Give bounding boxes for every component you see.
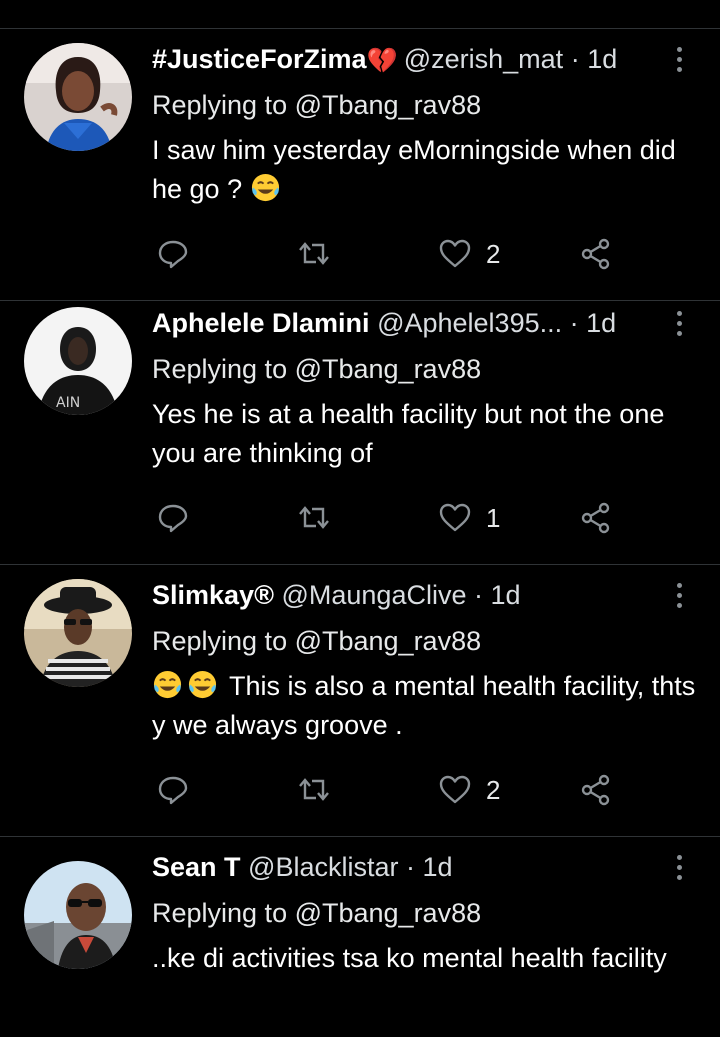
tweet-text: I saw him yesterday eMorningside when di…: [152, 131, 697, 209]
retweet-button[interactable]: [297, 768, 331, 812]
tweet-actions: 1: [0, 496, 720, 540]
tweet-text: Yes he is at a health facility but not t…: [152, 395, 697, 473]
replying-to[interactable]: Replying to @Tbang_rav88: [152, 621, 481, 661]
tweet-text-content: ..ke di activities tsa ko mental health …: [152, 943, 667, 973]
timestamp[interactable]: 1d: [491, 580, 521, 610]
replying-to[interactable]: Replying to @Tbang_rav88: [152, 893, 481, 933]
tweet-actions: 2: [0, 232, 720, 276]
display-name[interactable]: Slimkay®⁡: [152, 580, 274, 610]
avatar-photo-man-hat: [24, 579, 132, 687]
retweet-button[interactable]: [297, 496, 331, 540]
share-icon: [581, 502, 610, 534]
reply-tweet[interactable]: AIN Aphelele Dlamini @Aphelel395... · 1d…: [0, 293, 720, 565]
separator-dot: ·: [569, 308, 579, 338]
user-handle[interactable]: @Aphelel395...: [377, 308, 562, 338]
timestamp[interactable]: 1d: [586, 308, 616, 338]
timestamp[interactable]: 1d: [423, 852, 453, 882]
tweet-text: ..ke di activities tsa ko mental health …: [152, 939, 697, 978]
avatar-photo-woman: [24, 43, 132, 151]
svg-text:AIN: AIN: [56, 395, 80, 411]
tears-of-joy-emoji: [251, 173, 279, 202]
retweet-button[interactable]: [297, 232, 331, 276]
avatar[interactable]: [24, 579, 132, 687]
tweet-text: This is also a mental health facility, t…: [152, 667, 697, 745]
top-strip: [0, 0, 720, 29]
reply-tweet[interactable]: #JusticeForZima💔 @zerish_mat · 1d Replyin…: [0, 29, 720, 301]
like-icon: [439, 503, 471, 532]
tweet-text-content: This is also a mental health facility, t…: [152, 671, 696, 740]
like-button[interactable]: 2: [438, 232, 500, 276]
reply-button[interactable]: [156, 768, 190, 812]
like-icon: [439, 775, 471, 804]
user-handle[interactable]: @zerish_mat: [404, 44, 563, 74]
separator-dot: ·: [406, 852, 416, 882]
like-button[interactable]: 1: [438, 496, 500, 540]
user-handle[interactable]: @Blacklistar: [248, 852, 398, 882]
like-count: 2: [486, 238, 501, 269]
share-icon: [581, 238, 610, 270]
user-handle[interactable]: @MaungaClive: [281, 580, 466, 610]
display-name[interactable]: Sean T: [152, 852, 241, 882]
retweet-icon: [299, 242, 329, 265]
tears-of-joy-emoji: [153, 670, 182, 699]
separator-dot: ·: [474, 580, 483, 610]
share-button[interactable]: [579, 232, 613, 276]
reply-tweet[interactable]: Slimkay®⁡ @MaungaClive · 1d Replying to …: [0, 565, 720, 837]
like-count: 2: [486, 774, 501, 805]
display-name[interactable]: #JusticeForZima: [152, 44, 367, 74]
replying-to[interactable]: Replying to @Tbang_rav88: [152, 349, 481, 389]
tweet-text-content: I saw him yesterday eMorningside when di…: [152, 135, 676, 204]
timestamp[interactable]: 1d: [587, 44, 617, 74]
tweet-text-content: Yes he is at a health facility but not t…: [152, 399, 665, 468]
replying-to[interactable]: Replying to @Tbang_rav88: [152, 85, 481, 125]
share-icon: [581, 774, 610, 806]
retweet-icon: [299, 778, 329, 801]
more-options-icon[interactable]: [664, 305, 694, 341]
avatar-photo-man-sunglasses: [24, 861, 132, 969]
like-icon: [439, 239, 471, 268]
broken-heart-emoji: 💔: [366, 47, 398, 75]
like-count: 1: [486, 502, 501, 533]
reply-button[interactable]: [156, 232, 190, 276]
avatar-photo-man-hoodie: AIN: [24, 307, 132, 415]
like-button[interactable]: 2: [438, 768, 500, 812]
separator-dot: ·: [570, 44, 580, 74]
tweet-actions: 2: [0, 768, 720, 812]
share-button[interactable]: [579, 768, 613, 812]
tweet-header: Slimkay®⁡ @MaungaClive · 1d: [152, 575, 642, 615]
reply-icon: [158, 504, 188, 533]
reply-tweet[interactable]: Sean T @Blacklistar · 1d Replying to @Tb…: [0, 837, 720, 1037]
reply-button[interactable]: [156, 496, 190, 540]
tears-of-joy-emoji: [188, 670, 217, 699]
avatar[interactable]: AIN: [24, 307, 132, 415]
avatar[interactable]: [24, 43, 132, 151]
more-options-icon[interactable]: [664, 849, 694, 885]
avatar[interactable]: [24, 861, 132, 969]
more-options-icon[interactable]: [664, 577, 694, 613]
share-button[interactable]: [579, 496, 613, 540]
retweet-icon: [299, 506, 329, 529]
reply-icon: [158, 776, 188, 805]
more-options-icon[interactable]: [664, 41, 694, 77]
tweet-header: Aphelele Dlamini @Aphelel395... · 1d: [152, 303, 642, 343]
tweet-header: #JusticeForZima💔 @zerish_mat · 1d: [152, 39, 642, 79]
display-name[interactable]: Aphelele Dlamini: [152, 308, 370, 338]
reply-icon: [158, 240, 188, 269]
tweet-header: Sean T @Blacklistar · 1d: [152, 847, 642, 887]
